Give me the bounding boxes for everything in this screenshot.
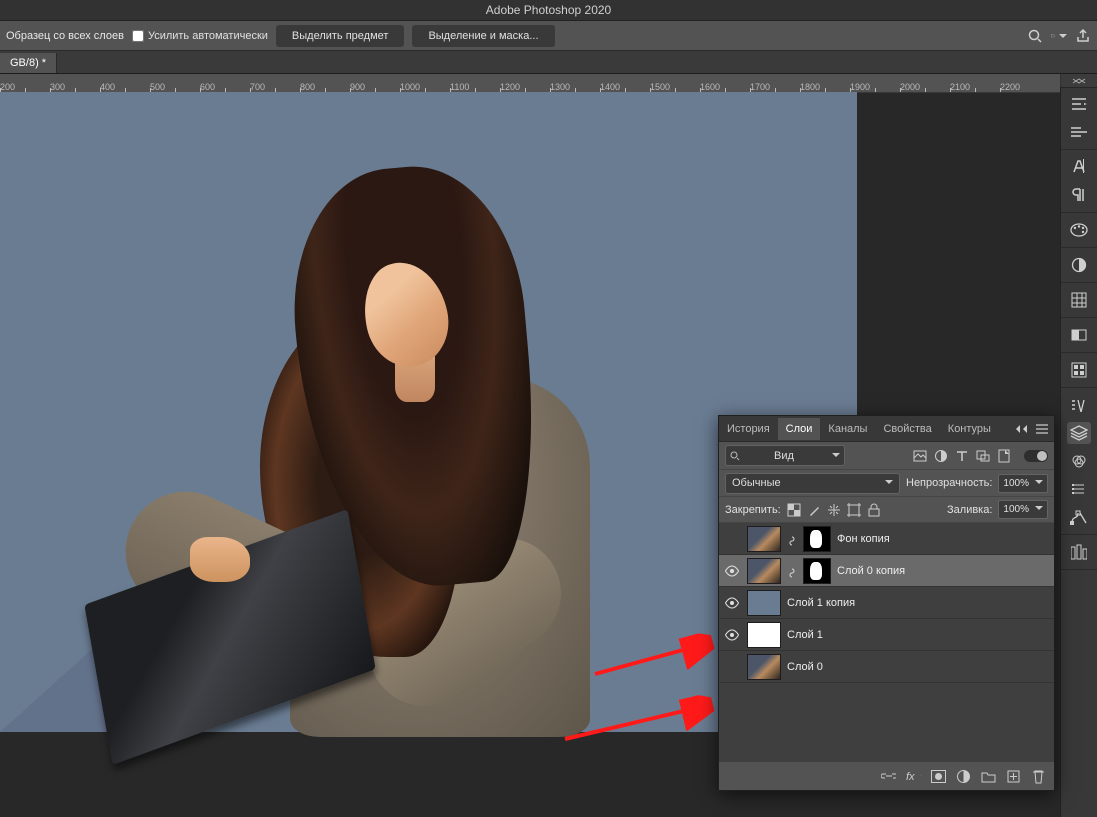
filter-adjust-icon[interactable] xyxy=(934,449,948,463)
select-and-mask-button[interactable]: Выделение и маска... xyxy=(412,25,554,47)
fill-label: Заливка: xyxy=(947,504,992,516)
visibility-toggle[interactable] xyxy=(723,626,741,644)
layers-icon[interactable] xyxy=(1067,422,1091,444)
layers-panel: История Слои Каналы Свойства Контуры Вид… xyxy=(718,415,1055,791)
ruler-horizontal: 2003004005006007008009001000110012001300… xyxy=(0,74,1060,93)
layer-filter-row: Вид xyxy=(719,442,1054,470)
libraries-icon[interactable] xyxy=(1067,541,1091,563)
adjustment-layer-icon[interactable] xyxy=(956,769,971,784)
layer-row[interactable]: Слой 0 xyxy=(719,651,1054,683)
layer-row[interactable]: Слой 1 xyxy=(719,619,1054,651)
layer-mask-thumbnail[interactable] xyxy=(803,558,831,584)
select-subject-button[interactable]: Выделить предмет xyxy=(276,25,405,47)
screen-mode-icon[interactable] xyxy=(1051,28,1067,44)
search-small-icon xyxy=(730,451,740,461)
blend-mode-select[interactable]: Обычные xyxy=(725,473,900,494)
delete-layer-icon[interactable] xyxy=(1031,769,1046,784)
paragraph-icon[interactable] xyxy=(1067,184,1091,206)
tab-paths[interactable]: Контуры xyxy=(940,418,999,440)
gradients-icon[interactable] xyxy=(1067,324,1091,346)
brushes-icon[interactable] xyxy=(1067,121,1091,143)
filter-pixel-icon[interactable] xyxy=(913,449,927,463)
layer-thumbnail[interactable] xyxy=(747,558,781,584)
layer-name[interactable]: Фон копия xyxy=(837,533,890,545)
layers-list: Фон копия Слой 0 копия Слой 1 копия Слой 1 С… xyxy=(719,523,1054,761)
document-tab[interactable]: GB/8) * xyxy=(0,53,57,73)
channels-icon[interactable] xyxy=(1067,450,1091,472)
annotation-arrow-2 xyxy=(560,694,720,744)
layer-thumbnail[interactable] xyxy=(747,622,781,648)
filter-select[interactable]: Вид xyxy=(725,445,845,466)
layer-thumbnail[interactable] xyxy=(747,590,781,616)
mask-link-icon[interactable] xyxy=(787,566,797,576)
lock-all-icon[interactable] xyxy=(867,503,881,517)
lock-row: Закрепить: Заливка: 100% xyxy=(719,497,1054,523)
fill-field[interactable]: 100% xyxy=(998,500,1048,519)
app-title: Adobe Photoshop 2020 xyxy=(486,3,611,17)
share-icon[interactable] xyxy=(1075,28,1091,44)
blend-row: Обычные Непрозрачность: 100% xyxy=(719,470,1054,497)
filter-toggle[interactable] xyxy=(1024,450,1048,462)
mask-link-icon[interactable] xyxy=(787,534,797,544)
adjustments-icon[interactable] xyxy=(1067,254,1091,276)
layers-footer: fx xyxy=(719,761,1054,790)
visibility-toggle[interactable] xyxy=(723,658,741,676)
layer-name[interactable]: Слой 0 xyxy=(787,661,823,673)
swatches-icon[interactable] xyxy=(1067,289,1091,311)
properties-icon[interactable] xyxy=(1067,478,1091,500)
layer-thumbnail[interactable] xyxy=(747,526,781,552)
lock-position-icon[interactable] xyxy=(827,503,841,517)
visibility-toggle[interactable] xyxy=(723,562,741,580)
link-layers-icon[interactable] xyxy=(881,769,896,784)
filter-shape-icon[interactable] xyxy=(976,449,990,463)
tab-properties[interactable]: Свойства xyxy=(875,418,939,440)
paths-icon[interactable] xyxy=(1067,506,1091,528)
history-icon[interactable] xyxy=(1067,394,1091,416)
lock-artboard-icon[interactable] xyxy=(847,503,861,517)
panel-menu-icon[interactable] xyxy=(1034,421,1050,437)
character-icon[interactable] xyxy=(1067,156,1091,178)
visibility-toggle[interactable] xyxy=(723,530,741,548)
group-icon[interactable] xyxy=(981,769,996,784)
visibility-toggle[interactable] xyxy=(723,594,741,612)
right-dock xyxy=(1060,87,1097,817)
fx-icon[interactable]: fx xyxy=(906,769,921,784)
layer-name[interactable]: Слой 0 копия xyxy=(837,565,905,577)
panel-collapse-icon[interactable] xyxy=(1014,421,1030,437)
opacity-field[interactable]: 100% xyxy=(998,474,1048,493)
add-mask-icon[interactable] xyxy=(931,769,946,784)
layer-name[interactable]: Слой 1 копия xyxy=(787,597,855,609)
options-bar: Образец со всех слоев Усилить автоматиче… xyxy=(0,21,1097,51)
color-icon[interactable] xyxy=(1067,219,1091,241)
title-bar: Adobe Photoshop 2020 xyxy=(0,0,1097,21)
document-tab-bar: GB/8) * xyxy=(0,51,1097,74)
layer-row[interactable]: Слой 0 копия xyxy=(719,555,1054,587)
tab-layers[interactable]: Слои xyxy=(778,418,821,440)
lock-transparent-icon[interactable] xyxy=(787,503,801,517)
search-icon[interactable] xyxy=(1027,28,1043,44)
layer-row[interactable]: Слой 1 копия xyxy=(719,587,1054,619)
patterns-icon[interactable] xyxy=(1067,359,1091,381)
layer-mask-thumbnail[interactable] xyxy=(803,526,831,552)
enhance-auto-checkbox[interactable]: Усилить автоматически xyxy=(132,30,268,42)
lock-pixels-icon[interactable] xyxy=(807,503,821,517)
svg-text:fx: fx xyxy=(906,771,915,782)
layer-row[interactable]: Фон копия xyxy=(719,523,1054,555)
filter-smartobj-icon[interactable] xyxy=(997,449,1011,463)
brush-settings-icon[interactable] xyxy=(1067,93,1091,115)
annotation-arrow-1 xyxy=(590,629,720,679)
layer-thumbnail[interactable] xyxy=(747,654,781,680)
filter-type-icon[interactable] xyxy=(955,449,969,463)
opacity-label: Непрозрачность: xyxy=(906,477,992,489)
new-layer-icon[interactable] xyxy=(1006,769,1021,784)
dock-collapse-handle[interactable] xyxy=(1061,74,1097,88)
tab-channels[interactable]: Каналы xyxy=(820,418,875,440)
lock-label: Закрепить: xyxy=(725,504,781,516)
panel-tab-strip: История Слои Каналы Свойства Контуры xyxy=(719,416,1054,442)
tab-history[interactable]: История xyxy=(719,418,778,440)
layer-name[interactable]: Слой 1 xyxy=(787,629,823,641)
sample-mode-label: Образец со всех слоев xyxy=(6,30,124,42)
